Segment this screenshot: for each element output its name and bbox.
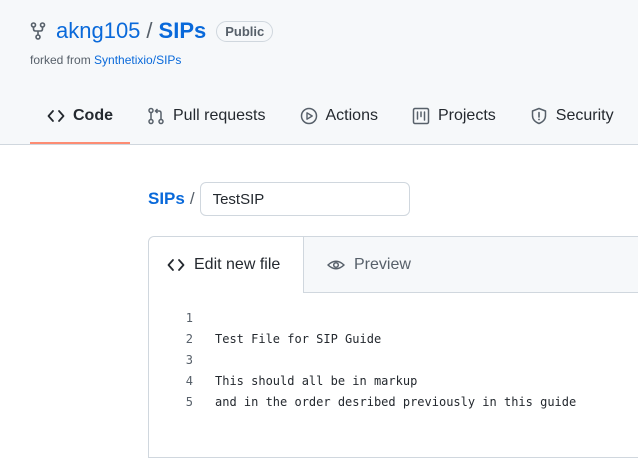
forked-from-label: forked from (30, 53, 95, 67)
line-number: 2 (185, 331, 193, 346)
project-icon (412, 107, 430, 125)
code-icon (167, 256, 185, 274)
code-line: 5 and in the order desribed previously in… (149, 391, 576, 412)
code-area[interactable]: 1 2 Test File for SIP Guide 3 4 This shoul… (149, 307, 576, 412)
tab-pull-requests[interactable]: Pull requests (130, 96, 283, 136)
file-path-line: SIPs / (148, 181, 410, 217)
code-line: 4 This should all be in markup (149, 370, 576, 391)
repo-path-separator: / (146, 18, 153, 43)
repo-owner-link[interactable]: akng105 (56, 18, 140, 44)
tab-security-label: Security (555, 107, 614, 124)
visibility-badge: Public (216, 20, 274, 42)
repo-nav: Code Pull requests Actions Projects Secu… (30, 96, 631, 144)
tab-projects[interactable]: Projects (395, 96, 513, 136)
line-content: and in the order desribed previously in … (215, 394, 577, 409)
repo-name-link[interactable]: SIPs (159, 18, 207, 44)
tab-edit-label: Edit new file (194, 256, 281, 273)
repo-title-line: akng105 / SIPs Public (30, 16, 274, 46)
code-line: 2 Test File for SIP Guide (149, 328, 576, 349)
eye-icon (327, 256, 345, 274)
line-content: This should all be in markup (215, 373, 418, 388)
play-icon (300, 107, 318, 125)
code-icon (47, 107, 65, 125)
forked-source-link[interactable]: Synthetixio/SIPs (94, 53, 181, 67)
file-editor: Edit new file Preview 1 2 Test File for S… (148, 236, 638, 458)
tab-actions[interactable]: Actions (283, 96, 395, 136)
shield-icon (530, 107, 548, 125)
line-content: Test File for SIP Guide (215, 331, 382, 346)
tab-actions-label: Actions (325, 107, 378, 124)
tab-code-label: Code (73, 107, 113, 124)
breadcrumb-separator: / (189, 189, 195, 208)
tab-projects-label: Projects (437, 107, 496, 124)
code-line: 1 (149, 307, 576, 328)
tab-code[interactable]: Code (30, 96, 130, 144)
pull-request-icon (147, 107, 165, 125)
forked-from-text: forked from Synthetixio/SIPs (30, 53, 181, 67)
filename-input[interactable] (199, 182, 410, 216)
line-number: 1 (185, 310, 193, 325)
breadcrumb-repo-link[interactable]: SIPs (148, 189, 185, 209)
line-number: 3 (185, 352, 193, 367)
line-number: 4 (185, 373, 193, 388)
tab-preview-label: Preview (354, 255, 411, 273)
line-number: 5 (185, 394, 193, 409)
repo-forked-icon (30, 22, 46, 40)
code-line: 3 (149, 349, 576, 370)
tab-preview[interactable]: Preview (327, 237, 411, 292)
tab-pull-requests-label: Pull requests (173, 107, 266, 124)
repo-header: akng105 / SIPs Public forked from Synthe… (0, 0, 638, 145)
editor-tabs: Edit new file Preview (149, 237, 638, 293)
tab-edit-new-file[interactable]: Edit new file (149, 237, 304, 293)
tab-security[interactable]: Security (513, 96, 631, 136)
